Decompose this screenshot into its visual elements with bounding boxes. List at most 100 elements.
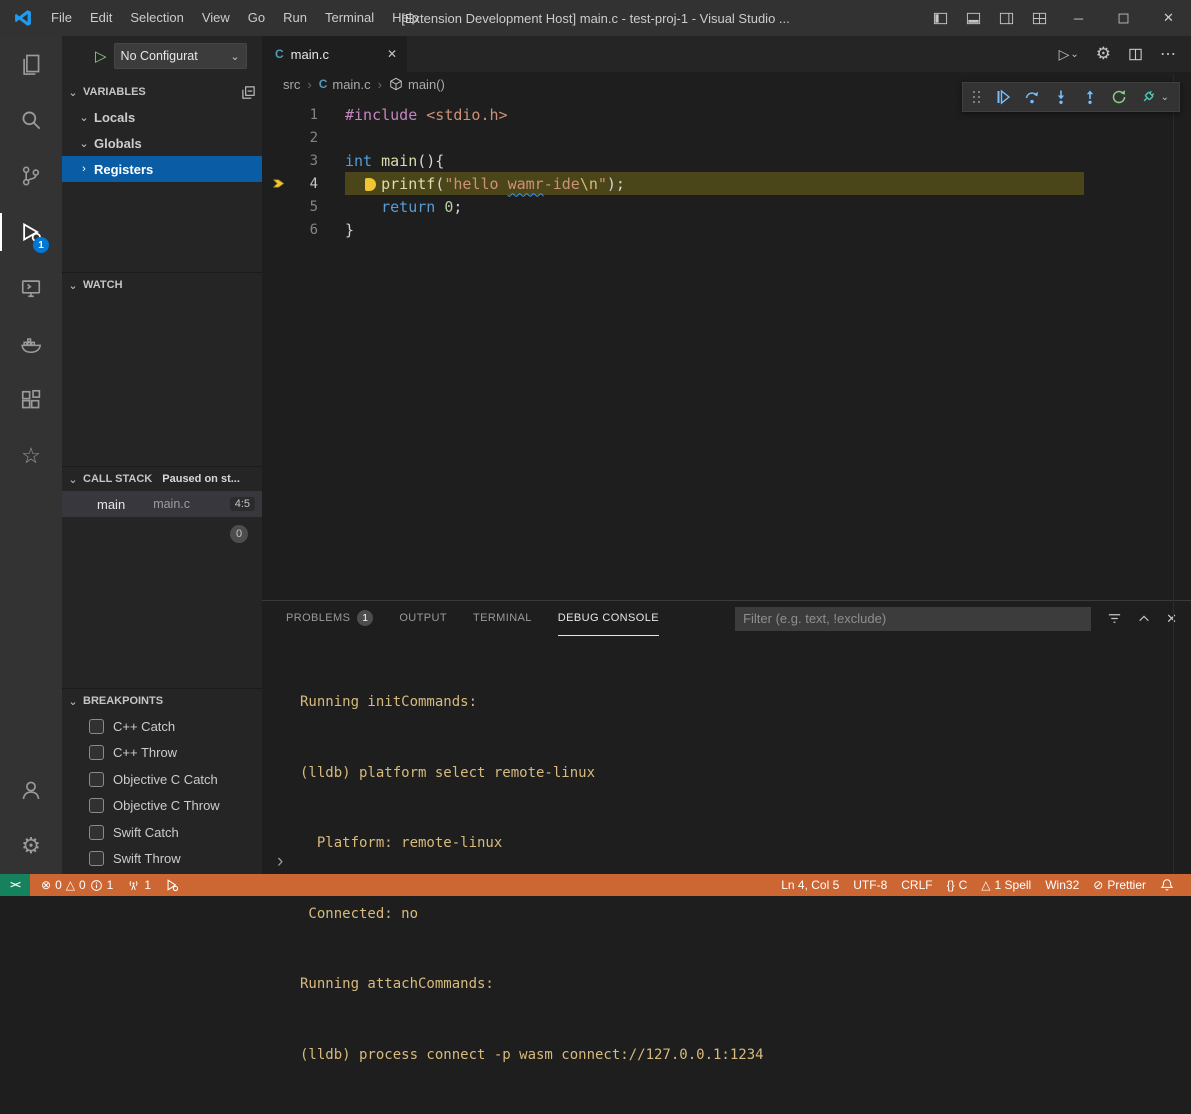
tab-main-c[interactable]: C main.c ✕ xyxy=(262,36,407,72)
c-language-icon: C xyxy=(319,77,328,91)
breakpoint-row[interactable]: Objective C Catch xyxy=(62,766,262,793)
activity-search[interactable] xyxy=(0,92,62,148)
line-number: 3 xyxy=(296,153,318,169)
breadcrumb-folder[interactable]: src xyxy=(283,77,300,92)
menu-view[interactable]: View xyxy=(193,0,239,36)
chevron-up-icon[interactable] xyxy=(1137,612,1151,626)
variables-registers-row[interactable]: › Registers xyxy=(62,156,262,182)
checkbox[interactable] xyxy=(89,719,104,734)
breakpoint-row[interactable]: C++ Catch xyxy=(62,713,262,740)
formatter-status[interactable]: ⊘ Prettier xyxy=(1086,874,1153,896)
current-stack-frame-icon[interactable] xyxy=(262,172,296,195)
continue-button[interactable] xyxy=(995,89,1011,105)
spell-checker-status[interactable]: △ 1 Spell xyxy=(974,874,1038,896)
cursor-position[interactable]: Ln 4, Col 5 xyxy=(774,874,846,896)
menu-go[interactable]: Go xyxy=(239,0,274,36)
step-into-button[interactable] xyxy=(1053,89,1069,105)
close-panel-icon[interactable]: ✕ xyxy=(1166,611,1177,627)
encoding-indicator[interactable]: UTF-8 xyxy=(846,874,894,896)
breakpoint-row[interactable]: Swift Catch xyxy=(62,819,262,846)
remote-indicator[interactable]: >< xyxy=(0,874,30,896)
disconnect-button[interactable] xyxy=(1140,89,1156,105)
chevron-down-icon: ⌄ xyxy=(66,279,80,292)
accounts-button[interactable] xyxy=(0,762,62,818)
tab-terminal[interactable]: TERMINAL xyxy=(473,601,532,636)
breakpoint-gutter[interactable] xyxy=(262,126,296,149)
menu-selection[interactable]: Selection xyxy=(121,0,192,36)
menu-terminal[interactable]: Terminal xyxy=(316,0,383,36)
formatter-label: Prettier xyxy=(1107,878,1146,892)
close-button[interactable]: ✕ xyxy=(1146,0,1191,36)
split-editor-icon[interactable] xyxy=(1128,47,1143,62)
launch-config-dropdown[interactable]: No Configurat ⌄ xyxy=(114,43,247,69)
start-debug-icon[interactable]: ▷ xyxy=(95,47,107,65)
eol-indicator[interactable]: CRLF xyxy=(894,874,939,896)
breakpoint-row[interactable]: Objective C Throw xyxy=(62,793,262,820)
variables-globals-row[interactable]: ⌄ Globals xyxy=(62,130,262,156)
breadcrumb-file[interactable]: C main.c xyxy=(319,77,371,92)
menu-run[interactable]: Run xyxy=(274,0,316,36)
breadcrumb-symbol[interactable]: main() xyxy=(389,77,445,92)
breakpoint-gutter[interactable] xyxy=(262,195,296,218)
filter-icon[interactable] xyxy=(1107,611,1122,626)
locals-label: Locals xyxy=(94,110,135,125)
checkbox[interactable] xyxy=(89,825,104,840)
stack-frame-row[interactable]: main main.c 4:5 xyxy=(62,491,262,517)
breakpoint-gutter[interactable] xyxy=(262,218,296,241)
problems-status[interactable]: ⊗ 0 △ 0 1 xyxy=(34,874,120,896)
ports-status[interactable]: 1 xyxy=(120,874,158,896)
code-editor[interactable]: 1 #include <stdio.h> 2 3 int main(){ 4 p… xyxy=(262,96,1191,600)
code-text: printf("hello wamr-ide\n"); xyxy=(318,175,625,193)
activity-star[interactable]: ☆ xyxy=(0,428,62,484)
watch-header[interactable]: ⌄ WATCH xyxy=(62,273,262,297)
activity-explorer[interactable] xyxy=(0,36,62,92)
chevron-down-icon[interactable]: ⌄ xyxy=(1161,92,1169,103)
step-out-button[interactable] xyxy=(1082,89,1098,105)
tab-debug-console[interactable]: DEBUG CONSOLE xyxy=(558,601,659,636)
collapse-all-icon[interactable] xyxy=(241,85,256,100)
menu-file[interactable]: File xyxy=(42,0,81,36)
restart-button[interactable] xyxy=(1111,89,1127,105)
language-mode[interactable]: {} C xyxy=(940,874,975,896)
minimize-button[interactable]: ─ xyxy=(1056,0,1101,36)
checkbox[interactable] xyxy=(89,851,104,866)
activity-run-debug[interactable]: 1 xyxy=(0,204,62,260)
debug-status-button[interactable] xyxy=(158,874,186,896)
notifications-button[interactable] xyxy=(1153,874,1181,896)
configure-gear-icon[interactable]: ⚙ xyxy=(1096,44,1111,64)
maximize-button[interactable] xyxy=(1101,0,1146,36)
close-tab-icon[interactable]: ✕ xyxy=(387,47,397,61)
breakpoint-gutter[interactable] xyxy=(262,103,296,126)
variables-header[interactable]: ⌄ VARIABLES xyxy=(62,80,262,104)
activity-extensions[interactable] xyxy=(0,372,62,428)
toggle-panel-icon[interactable] xyxy=(957,0,990,36)
settings-button[interactable]: ⚙ xyxy=(0,818,62,874)
checkbox[interactable] xyxy=(89,798,104,813)
menu-edit[interactable]: Edit xyxy=(81,0,121,36)
breakpoints-header[interactable]: ⌄ BREAKPOINTS xyxy=(62,689,262,713)
call-stack-header[interactable]: ⌄ CALL STACK Paused on st... xyxy=(62,467,262,491)
tab-output[interactable]: OUTPUT xyxy=(399,601,447,636)
run-menu-button[interactable]: ▷ ⌄ xyxy=(1059,46,1079,63)
customize-layout-icon[interactable] xyxy=(1023,0,1056,36)
step-over-button[interactable] xyxy=(1024,89,1040,105)
activity-docker[interactable] xyxy=(0,316,62,372)
variables-locals-row[interactable]: ⌄ Locals xyxy=(62,104,262,130)
more-actions-icon[interactable]: ⋯ xyxy=(1160,44,1176,64)
toggle-secondary-sidebar-icon[interactable] xyxy=(990,0,1023,36)
console-filter-input[interactable] xyxy=(735,607,1091,631)
breakpoint-label: Objective C Throw xyxy=(113,798,220,813)
console-prompt-icon[interactable]: › xyxy=(277,852,283,871)
checkbox[interactable] xyxy=(89,745,104,760)
breakpoint-row[interactable]: Swift Throw xyxy=(62,846,262,873)
tab-problems[interactable]: PROBLEMS 1 xyxy=(286,601,373,636)
activity-remote-explorer[interactable] xyxy=(0,260,62,316)
breakpoint-gutter[interactable] xyxy=(262,149,296,172)
activity-source-control[interactable] xyxy=(0,148,62,204)
toolbar-drag-gripper[interactable] xyxy=(973,91,982,104)
checkbox[interactable] xyxy=(89,772,104,787)
breakpoint-row[interactable]: C++ Throw xyxy=(62,740,262,767)
toggle-sidebar-icon[interactable] xyxy=(924,0,957,36)
inline-breakpoint-icon[interactable] xyxy=(365,178,376,191)
platform-indicator[interactable]: Win32 xyxy=(1038,874,1086,896)
